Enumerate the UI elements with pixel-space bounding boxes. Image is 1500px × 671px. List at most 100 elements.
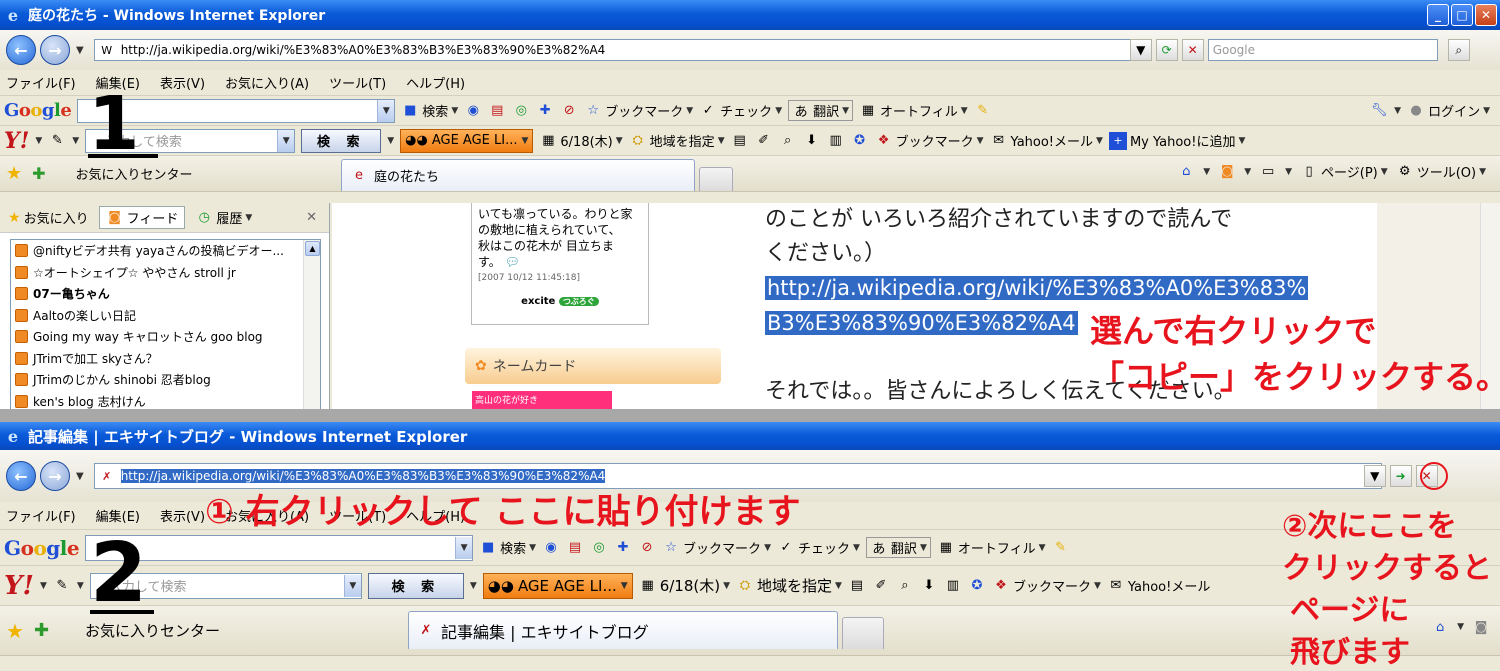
tools-menu-button[interactable]: ⚙ ツール(O) ▼ bbox=[1396, 162, 1486, 181]
spell-icon[interactable]: ◎ bbox=[512, 102, 530, 120]
back-button[interactable]: ← bbox=[6, 461, 36, 491]
translate-button[interactable]: あ翻訳 ▼ bbox=[865, 537, 931, 558]
arrow-down-icon[interactable]: ⬇ bbox=[803, 132, 821, 150]
excite-logo[interactable]: excite つぶろぐ bbox=[478, 294, 642, 310]
pen-icon[interactable]: ✐ bbox=[872, 577, 890, 595]
globe-icon[interactable]: ◉ bbox=[464, 102, 482, 120]
refresh-button[interactable]: ⟳ bbox=[1155, 39, 1178, 61]
panel-tab-favorites[interactable]: ★ お気に入り bbox=[8, 208, 89, 228]
history-dropdown[interactable]: ▼ bbox=[76, 471, 84, 482]
magnifier-icon[interactable]: ⌕ bbox=[896, 577, 914, 595]
close-button[interactable]: ✕ bbox=[1475, 4, 1497, 26]
memo-icon[interactable]: ▤ bbox=[731, 132, 749, 150]
panel-close-icon[interactable]: ✕ bbox=[306, 210, 317, 225]
menu-view[interactable]: 表示(V) bbox=[160, 73, 205, 92]
yahoo-mail-button[interactable]: ✉ Yahoo!メール ▼ bbox=[990, 131, 1103, 150]
calendar-button[interactable]: ▦ 6/18(木) ▼ bbox=[539, 131, 622, 150]
google-search-button[interactable]: ■ 検索 ▼ bbox=[401, 101, 458, 120]
go-button[interactable]: ➜ bbox=[1389, 465, 1412, 487]
panel-tab-history[interactable]: ◷ 履歴 ▼ bbox=[195, 208, 253, 227]
memo-icon[interactable]: ▤ bbox=[848, 577, 866, 595]
translate-button[interactable]: あ翻訳 ▼ bbox=[788, 100, 854, 121]
forward-button[interactable]: → bbox=[40, 35, 70, 65]
stop-button[interactable]: ✕ bbox=[1181, 39, 1204, 61]
favorites-center-label[interactable]: お気に入りセンター bbox=[85, 620, 220, 641]
calendar-button[interactable]: ▦ 6/18(木) ▼ bbox=[639, 575, 730, 596]
spellcheck-button[interactable]: ✓ チェック ▼ bbox=[777, 538, 860, 557]
yahoo-mail-button[interactable]: ✉ Yahoo!メール bbox=[1107, 576, 1210, 595]
minimize-button[interactable]: _ bbox=[1427, 4, 1449, 26]
yahoo-logo[interactable]: Y! bbox=[4, 571, 34, 601]
menu-view[interactable]: 表示(V) bbox=[160, 506, 205, 525]
feed-item[interactable]: ken's blog 志村けん bbox=[11, 391, 320, 410]
tab-current[interactable]: ✗ 記事編集 | エキサイトブログ bbox=[408, 611, 838, 649]
back-button[interactable]: ← bbox=[6, 35, 36, 65]
menu-file[interactable]: ファイル(F) bbox=[6, 506, 76, 525]
autofill-button[interactable]: ▦ オートフィル ▼ bbox=[937, 538, 1046, 557]
address-bar[interactable]: W http://ja.wikipedia.org/wiki/%E3%83%A0… bbox=[93, 39, 1148, 61]
print-icon[interactable]: ▭ bbox=[1259, 163, 1277, 181]
pen-icon[interactable]: ✐ bbox=[755, 132, 773, 150]
autofill-button[interactable]: ▦ オートフィル ▼ bbox=[859, 101, 968, 120]
ageage-button[interactable]: ◕◕ AGE AGE LI... ▼ bbox=[400, 128, 534, 153]
page-menu-button[interactable]: ▯ ページ(P) ▼ bbox=[1300, 162, 1387, 181]
selected-link-line2[interactable]: B3%E3%83%90%E3%82%A4 bbox=[765, 311, 1078, 335]
popup-blocker-icon[interactable]: ⊘ bbox=[638, 539, 656, 557]
google-search-button[interactable]: ■ 検索 ▼ bbox=[479, 538, 536, 557]
region-button[interactable]: ⛭ 地域を指定 ▼ bbox=[736, 575, 842, 596]
feed-item[interactable]: JTrimのじかん shinobi 忍者blog bbox=[11, 369, 320, 391]
feed-icon[interactable]: ◙ bbox=[1218, 163, 1236, 181]
wrench-icon[interactable]: 🔧︎ bbox=[1370, 102, 1388, 120]
feed-scrollbar[interactable]: ▲ bbox=[303, 240, 320, 409]
address-dropdown[interactable]: ▼ bbox=[1129, 39, 1152, 61]
feed-item[interactable]: 07ー亀ちゃん bbox=[11, 283, 320, 305]
wheel-icon[interactable]: ✪ bbox=[851, 132, 869, 150]
menu-help[interactable]: ヘルプ(H) bbox=[406, 73, 465, 92]
bookmark-button[interactable]: ☆ ブックマーク ▼ bbox=[662, 538, 771, 557]
plus-icon[interactable]: ✚ bbox=[614, 539, 632, 557]
magnifier-icon[interactable]: ⌕ bbox=[779, 132, 797, 150]
search-box[interactable]: Google bbox=[1207, 39, 1438, 61]
highlighter-icon[interactable]: ✎ bbox=[1052, 539, 1070, 557]
new-tab-button[interactable] bbox=[699, 167, 733, 191]
popup-blocker-icon[interactable]: ⊘ bbox=[560, 102, 578, 120]
spellcheck-button[interactable]: ✓ チェック ▼ bbox=[699, 101, 782, 120]
plus-icon[interactable]: ✚ bbox=[536, 102, 554, 120]
add-favorite-icon[interactable]: ✚ bbox=[32, 164, 45, 183]
clipboard-icon[interactable]: ▥ bbox=[944, 577, 962, 595]
clipboard-icon[interactable]: ▥ bbox=[827, 132, 845, 150]
history-dropdown[interactable]: ▼ bbox=[76, 45, 84, 56]
feed-item[interactable]: ☆オートシェイプ☆ ややさん stroll jr bbox=[11, 262, 320, 284]
selected-link-line1[interactable]: http://ja.wikipedia.org/wiki/%E3%83%A0%E… bbox=[765, 276, 1309, 300]
feed-item[interactable]: JTrimで加工 skyさん？ bbox=[11, 348, 320, 370]
pagerank-icon[interactable]: ▤ bbox=[488, 102, 506, 120]
scroll-up-arrow[interactable]: ▲ bbox=[305, 241, 320, 256]
yahoo-search-button[interactable]: 検 索 bbox=[301, 128, 382, 153]
pagerank-icon[interactable]: ▤ bbox=[566, 539, 584, 557]
menu-file[interactable]: ファイル(F) bbox=[6, 73, 76, 92]
spell-icon[interactable]: ◎ bbox=[590, 539, 608, 557]
globe-icon[interactable]: ◉ bbox=[542, 539, 560, 557]
menu-edit[interactable]: 編集(E) bbox=[96, 506, 140, 525]
pencil-icon[interactable]: ✎ bbox=[48, 132, 66, 150]
forward-button[interactable]: → bbox=[40, 461, 70, 491]
ageage-button[interactable]: ◕◕ AGE AGE LI... ▼ bbox=[482, 572, 633, 599]
address-dropdown[interactable]: ▼ bbox=[1363, 465, 1386, 487]
comment-icon[interactable]: 💬︎ bbox=[505, 255, 520, 269]
home-icon[interactable]: ⌂ bbox=[1177, 163, 1195, 181]
yahoo-search-button[interactable]: 検 索 bbox=[367, 572, 464, 599]
menu-tools[interactable]: ツール(T) bbox=[329, 73, 386, 92]
tab-current[interactable]: e 庭の花たち bbox=[341, 159, 695, 191]
menu-favorites[interactable]: お気に入り(A) bbox=[225, 73, 309, 92]
new-tab-button[interactable] bbox=[842, 617, 884, 649]
feed-item[interactable]: @niftyビデオ共有 yayaさんの投稿ビデオー... bbox=[11, 240, 320, 262]
favorites-star-icon[interactable]: ★ bbox=[6, 163, 22, 184]
my-yahoo-button[interactable]: + My Yahoo!に追加 ▼ bbox=[1108, 131, 1245, 150]
namecard-banner[interactable]: 高山の花が好き bbox=[472, 391, 612, 409]
region-button[interactable]: ⛭ 地域を指定 ▼ bbox=[629, 131, 724, 150]
feed-item[interactable]: Aaltoの楽しい日記 bbox=[11, 305, 320, 327]
pencil-icon[interactable]: ✎ bbox=[53, 577, 71, 595]
search-icon[interactable]: ⌕ bbox=[1447, 39, 1470, 61]
yahoo-logo[interactable]: Y! bbox=[4, 128, 29, 154]
feed-item[interactable]: Going my way キャロットさん goo blog bbox=[11, 326, 320, 348]
